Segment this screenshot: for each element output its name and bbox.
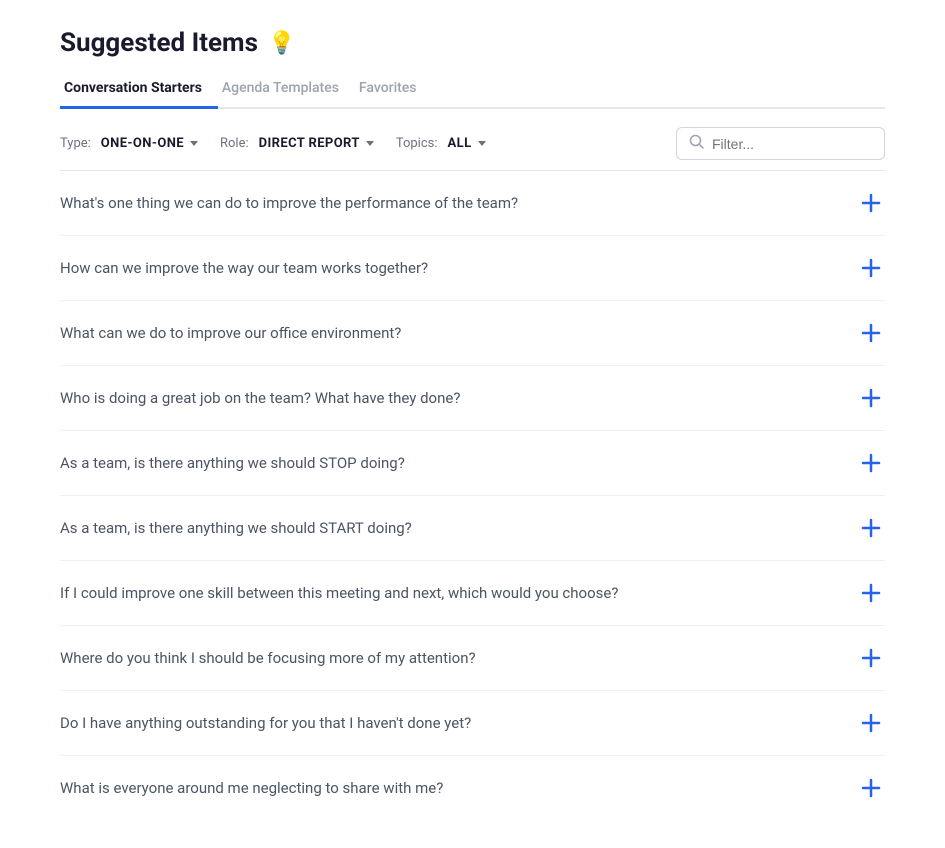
filters-row: Type: ONE-ON-ONE Role: DIRECT REPORT Top… [60,109,885,171]
type-chevron-icon [190,141,198,146]
role-filter-dropdown[interactable]: DIRECT REPORT [253,132,380,155]
role-filter-label: Role: [220,136,249,151]
item-text: What can we do to improve our office env… [60,324,857,342]
topics-filter-label: Topics: [396,136,438,151]
list-item: Do I have anything outstanding for you t… [60,691,885,756]
add-item-button[interactable] [857,449,885,477]
page-title: Suggested Items [60,28,258,58]
type-filter-dropdown[interactable]: ONE-ON-ONE [95,132,204,155]
item-text: How can we improve the way our team work… [60,259,857,277]
list-item: As a team, is there anything we should S… [60,496,885,561]
header-row: Suggested Items 💡 [60,28,885,58]
topics-chevron-icon [478,141,486,146]
add-item-button[interactable] [857,709,885,737]
search-icon [689,134,704,153]
item-text: Do I have anything outstanding for you t… [60,714,857,732]
list-item: As a team, is there anything we should S… [60,431,885,496]
role-chevron-icon [366,141,374,146]
tab-favorites[interactable]: Favorites [355,72,433,109]
topics-filter-group: Topics: ALL [396,132,492,155]
type-filter-group: Type: ONE-ON-ONE [60,132,204,155]
main-container: Suggested Items 💡 Conversation Starters … [0,0,945,848]
list-item: If I could improve one skill between thi… [60,561,885,626]
type-filter-label: Type: [60,136,91,151]
add-item-button[interactable] [857,319,885,347]
tab-agenda-templates[interactable]: Agenda Templates [218,72,355,109]
list-item: What is everyone around me neglecting to… [60,756,885,820]
item-text: As a team, is there anything we should S… [60,454,857,472]
items-list: What's one thing we can do to improve th… [60,171,885,820]
list-item: What's one thing we can do to improve th… [60,171,885,236]
add-item-button[interactable] [857,514,885,542]
item-text: What is everyone around me neglecting to… [60,779,857,797]
add-item-button[interactable] [857,644,885,672]
role-filter-group: Role: DIRECT REPORT [220,132,380,155]
list-item: How can we improve the way our team work… [60,236,885,301]
add-item-button[interactable] [857,384,885,412]
item-text: Who is doing a great job on the team? Wh… [60,389,857,407]
list-item: Where do you think I should be focusing … [60,626,885,691]
tab-conversation-starters[interactable]: Conversation Starters [60,72,218,109]
add-item-button[interactable] [857,774,885,802]
item-text: What's one thing we can do to improve th… [60,194,857,212]
item-text: Where do you think I should be focusing … [60,649,857,667]
topics-filter-value: ALL [448,136,472,151]
type-filter-value: ONE-ON-ONE [101,136,184,151]
add-item-button[interactable] [857,254,885,282]
role-filter-value: DIRECT REPORT [259,136,360,151]
list-item: What can we do to improve our office env… [60,301,885,366]
lightbulb-icon: 💡 [268,31,295,56]
item-text: As a team, is there anything we should S… [60,519,857,537]
filter-search-box[interactable] [676,127,885,160]
tabs-row: Conversation Starters Agenda Templates F… [60,72,885,109]
list-item: Who is doing a great job on the team? Wh… [60,366,885,431]
add-item-button[interactable] [857,579,885,607]
add-item-button[interactable] [857,189,885,217]
filter-input[interactable] [712,136,872,152]
topics-filter-dropdown[interactable]: ALL [442,132,492,155]
item-text: If I could improve one skill between thi… [60,584,857,602]
